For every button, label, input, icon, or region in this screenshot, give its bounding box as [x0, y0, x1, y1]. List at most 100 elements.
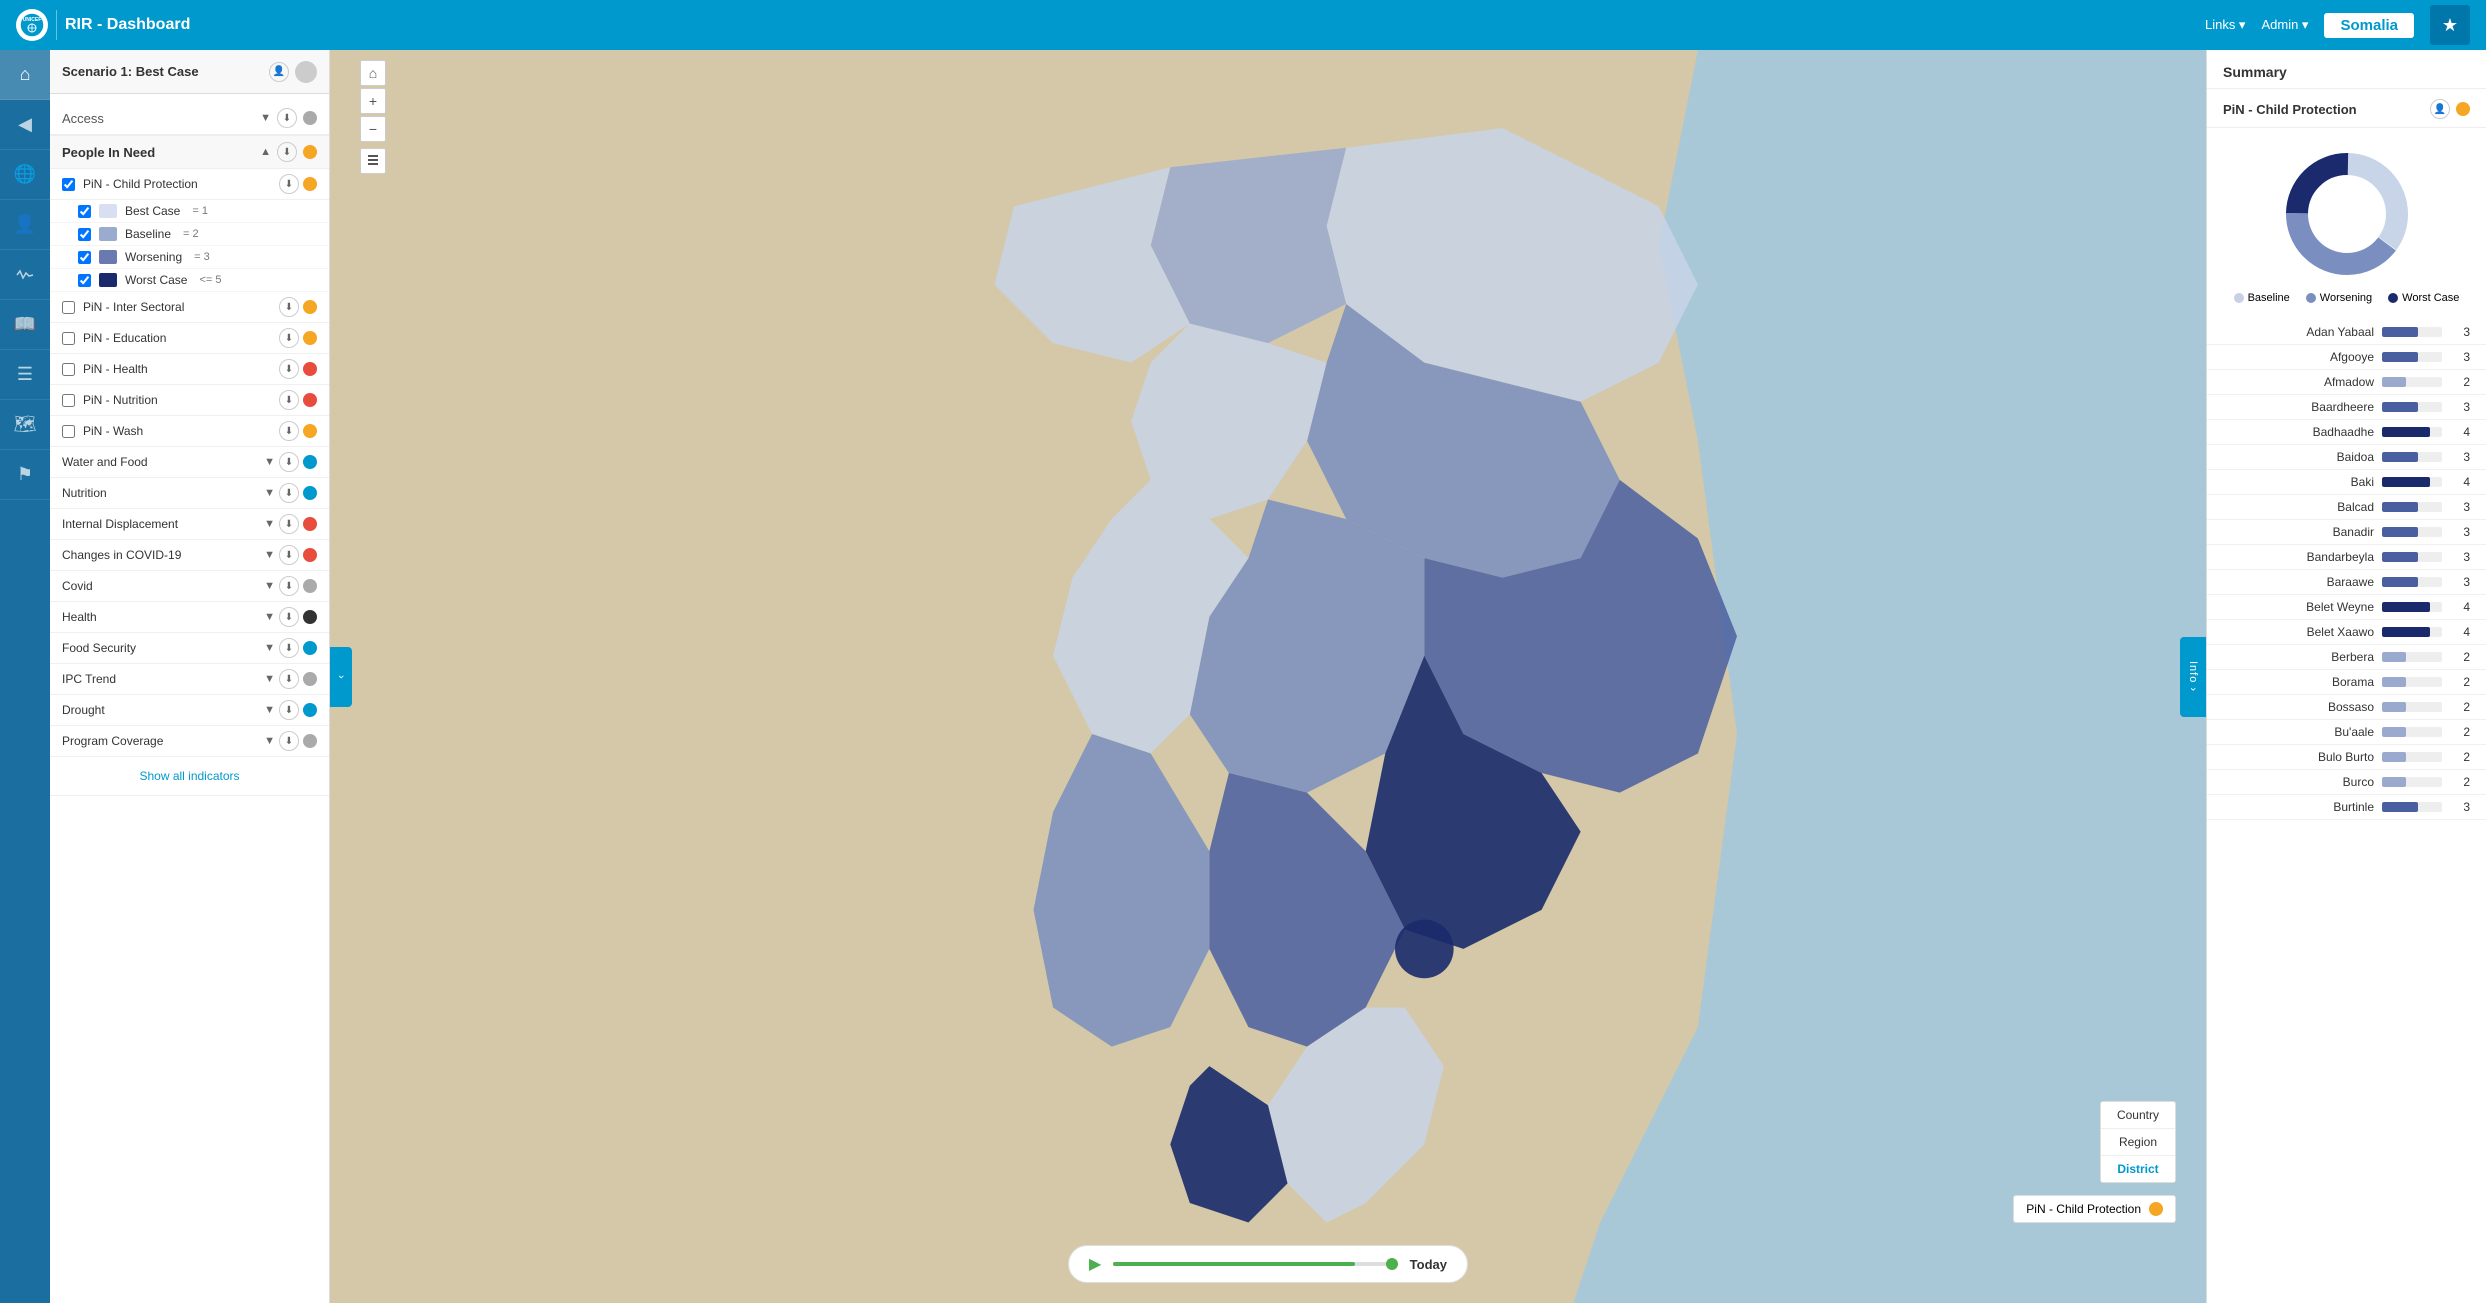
- layer-toggle-button[interactable]: [360, 148, 386, 174]
- zoom-out-button[interactable]: −: [360, 116, 386, 142]
- district-row[interactable]: Borama 2: [2207, 670, 2486, 695]
- sidebar-item-globe[interactable]: 🌐: [0, 150, 50, 200]
- sub-checkbox[interactable]: [78, 251, 91, 264]
- district-row[interactable]: Balcad 3: [2207, 495, 2486, 520]
- group-layer-download[interactable]: ⬇: [279, 545, 299, 565]
- sidebar-toggle-button[interactable]: ›: [330, 647, 352, 707]
- pin-chevron[interactable]: ▲: [260, 146, 271, 158]
- admin-menu[interactable]: Admin ▾: [2261, 17, 2308, 33]
- group-layer-chevron[interactable]: ▼: [264, 642, 275, 654]
- sidebar-item-book[interactable]: 📖: [0, 300, 50, 350]
- group-layer-download[interactable]: ⬇: [279, 576, 299, 596]
- district-row[interactable]: Burco 2: [2207, 770, 2486, 795]
- sidebar-item-activity[interactable]: [0, 250, 50, 300]
- region-level-button[interactable]: Region: [2101, 1129, 2175, 1156]
- timeline-thumb[interactable]: [1386, 1258, 1398, 1270]
- group-layer-download[interactable]: ⬇: [279, 483, 299, 503]
- group-layer-chevron[interactable]: ▼: [264, 487, 275, 499]
- district-name: Bu'aale: [2223, 725, 2374, 739]
- district-level-button[interactable]: District: [2101, 1156, 2175, 1182]
- summary-person-icon[interactable]: 👤: [2430, 99, 2450, 119]
- country-level-button[interactable]: Country: [2101, 1102, 2175, 1129]
- group-layer-chevron[interactable]: ▼: [264, 456, 275, 468]
- play-button[interactable]: ▶: [1089, 1254, 1101, 1274]
- district-row[interactable]: Afmadow 2: [2207, 370, 2486, 395]
- district-name: Burco: [2223, 775, 2374, 789]
- group-layer-chevron[interactable]: ▼: [264, 611, 275, 623]
- show-all-link[interactable]: Show all indicators: [139, 769, 239, 783]
- district-row[interactable]: Baraawe 3: [2207, 570, 2486, 595]
- district-row[interactable]: Bossaso 2: [2207, 695, 2486, 720]
- group-layer-download[interactable]: ⬇: [279, 452, 299, 472]
- info-panel-button[interactable]: Info ›: [2180, 637, 2206, 717]
- district-row[interactable]: Baardheere 3: [2207, 395, 2486, 420]
- sub-checkbox[interactable]: [78, 228, 91, 241]
- district-row[interactable]: Badhaadhe 4: [2207, 420, 2486, 445]
- group-layer-chevron[interactable]: ▼: [264, 704, 275, 716]
- group-layer-download[interactable]: ⬇: [279, 514, 299, 534]
- sub-checkbox[interactable]: [78, 205, 91, 218]
- district-row[interactable]: Baidoa 3: [2207, 445, 2486, 470]
- district-row[interactable]: Berbera 2: [2207, 645, 2486, 670]
- district-row[interactable]: Bu'aale 2: [2207, 720, 2486, 745]
- scenario-person-icon[interactable]: 👤: [269, 62, 289, 82]
- group-layer-download[interactable]: ⬇: [279, 607, 299, 627]
- layer-checkbox[interactable]: [62, 425, 75, 438]
- layer-download[interactable]: ⬇: [279, 297, 299, 317]
- sidebar-item-home[interactable]: ⌂: [0, 50, 50, 100]
- access-chevron[interactable]: ▼: [260, 112, 271, 124]
- group-layer-nutrition: Nutrition ▼ ⬇: [50, 478, 329, 509]
- pin-download[interactable]: ⬇: [277, 142, 297, 162]
- group-layer-chevron[interactable]: ▼: [264, 518, 275, 530]
- home-map-button[interactable]: ⌂: [360, 60, 386, 86]
- layer-download[interactable]: ⬇: [279, 328, 299, 348]
- layer-checkbox[interactable]: [62, 394, 75, 407]
- district-row[interactable]: Bandarbeyla 3: [2207, 545, 2486, 570]
- district-row[interactable]: Burtinle 3: [2207, 795, 2486, 820]
- layer-download[interactable]: ⬇: [279, 390, 299, 410]
- sidebar-item-list[interactable]: ☰: [0, 350, 50, 400]
- pin-cp-checkbox[interactable]: [62, 178, 75, 191]
- group-layer-chevron[interactable]: ▼: [264, 549, 275, 561]
- district-row[interactable]: Belet Xaawo 4: [2207, 620, 2486, 645]
- group-layer-download[interactable]: ⬇: [279, 669, 299, 689]
- sidebar-item-person[interactable]: 👤: [0, 200, 50, 250]
- group-layer-dot: [303, 703, 317, 717]
- district-row[interactable]: Banadir 3: [2207, 520, 2486, 545]
- links-menu[interactable]: Links ▾: [2205, 17, 2246, 33]
- group-layer-ipc-trend: IPC Trend ▼ ⬇: [50, 664, 329, 695]
- district-row[interactable]: Baki 4: [2207, 470, 2486, 495]
- group-layer-download[interactable]: ⬇: [279, 638, 299, 658]
- group-layer-download[interactable]: ⬇: [279, 731, 299, 751]
- sub-checkbox[interactable]: [78, 274, 91, 287]
- layer-checkbox[interactable]: [62, 363, 75, 376]
- district-row[interactable]: Adan Yabaal 3: [2207, 320, 2486, 345]
- layer-download[interactable]: ⬇: [279, 359, 299, 379]
- district-row[interactable]: Afgooye 3: [2207, 345, 2486, 370]
- layer-download[interactable]: ⬇: [279, 421, 299, 441]
- scenario-toggle[interactable]: [295, 61, 317, 83]
- sidebar-item-flag[interactable]: ⚑: [0, 450, 50, 500]
- group-layer-chevron[interactable]: ▼: [264, 673, 275, 685]
- district-bar: [2382, 577, 2418, 587]
- zoom-in-button[interactable]: +: [360, 88, 386, 114]
- pin-cp-download[interactable]: ⬇: [279, 174, 299, 194]
- sidebar-item-map[interactable]: 🗺: [0, 400, 50, 450]
- district-row[interactable]: Belet Weyne 4: [2207, 595, 2486, 620]
- group-layer-chevron[interactable]: ▼: [264, 735, 275, 747]
- layer-checkbox[interactable]: [62, 301, 75, 314]
- map-navigation: ⌂ + −: [360, 60, 386, 174]
- donut-inner-circle: [2312, 179, 2382, 249]
- layer-checkbox[interactable]: [62, 332, 75, 345]
- access-download[interactable]: ⬇: [277, 108, 297, 128]
- timeline-track[interactable]: [1113, 1262, 1397, 1266]
- favorite-button[interactable]: ★: [2430, 5, 2470, 45]
- other-layers: PiN - Inter Sectoral ⬇ PiN - Education ⬇…: [50, 292, 329, 447]
- layer-dot: [303, 331, 317, 345]
- pin-controls: ▲ ⬇: [260, 142, 317, 162]
- district-bar-wrap: [2382, 777, 2442, 787]
- group-layer-chevron[interactable]: ▼: [264, 580, 275, 592]
- district-row[interactable]: Bulo Burto 2: [2207, 745, 2486, 770]
- sidebar-item-back[interactable]: ◀: [0, 100, 50, 150]
- group-layer-download[interactable]: ⬇: [279, 700, 299, 720]
